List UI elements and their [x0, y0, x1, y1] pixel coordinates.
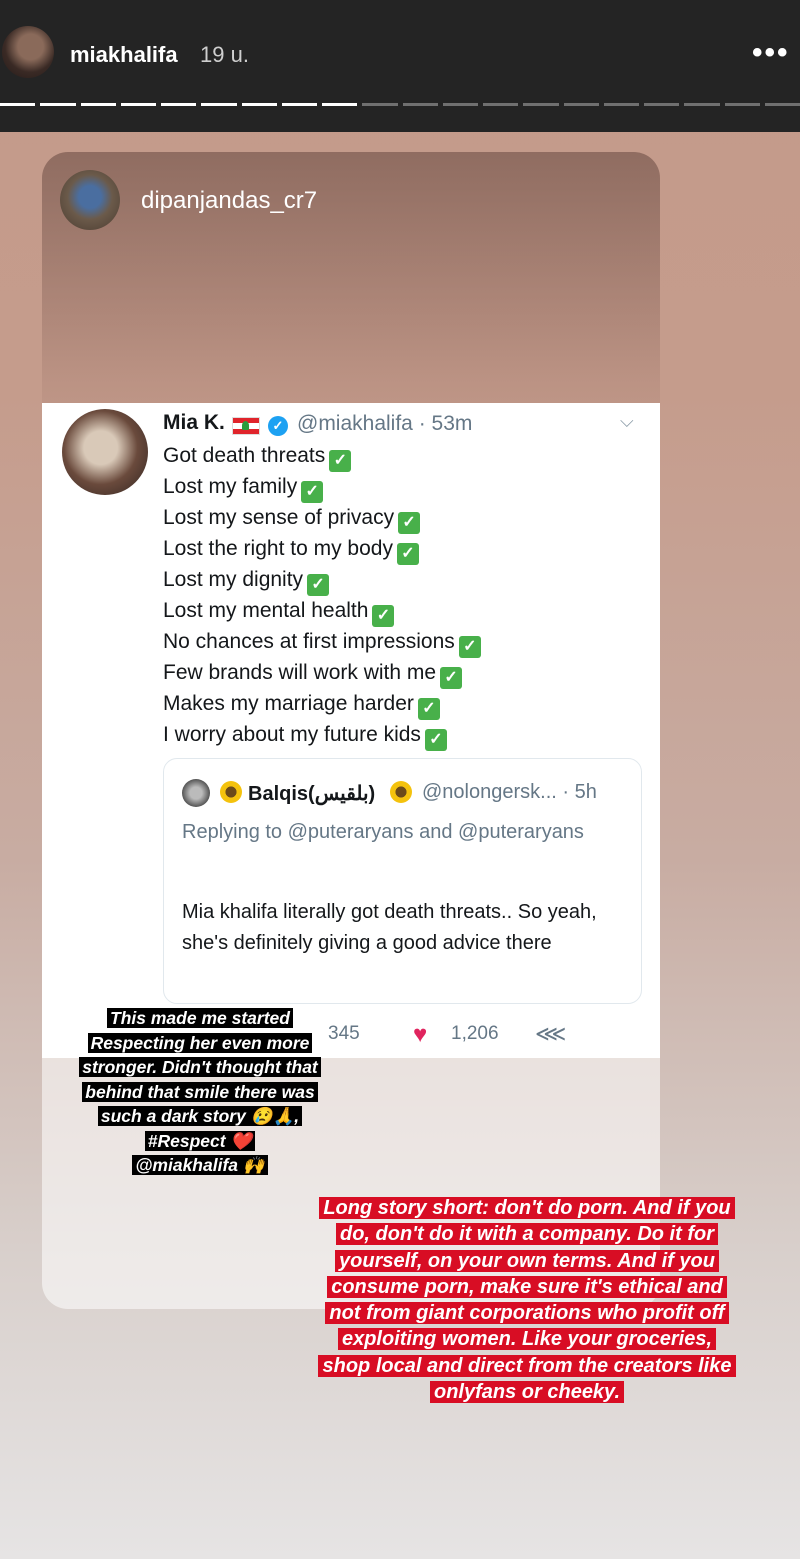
tweet-line: Lost my mental health ✓	[163, 595, 643, 627]
caption-line: do, don't do it with a company. Do it fo…	[336, 1223, 718, 1246]
check-mark-icon: ✓	[458, 636, 481, 658]
share-icon: ⋘	[535, 1021, 567, 1046]
check-mark-icon: ✓	[440, 667, 463, 689]
tweet-line: Lost my family ✓	[163, 471, 643, 503]
sticker-line: such a dark story 😢🙏,	[97, 1106, 303, 1126]
progress-segment	[161, 103, 197, 106]
tweet-handle-time: @miakhalifa · 53m	[297, 412, 473, 435]
chevron-down-icon: ⌵	[620, 411, 634, 431]
quoted-tweet: Balqis(بلقيس) @nolongersk... · 5h Replyi…	[163, 758, 642, 1004]
sticker-line: stronger. Didn't thought that	[79, 1057, 321, 1077]
tweet-line: Lost the right to my body ✓	[163, 533, 643, 565]
tweet-line: Makes my marriage harder ✓	[163, 688, 643, 720]
progress-segment	[241, 103, 277, 106]
check-mark-icon: ✓	[417, 698, 440, 720]
sunflower-icon	[220, 781, 242, 803]
progress-segment	[644, 103, 680, 106]
progress-segment	[684, 103, 720, 106]
caption-line: Long story short: don't do porn. And if …	[319, 1197, 735, 1219]
progress-segment	[603, 103, 639, 106]
sticker-line: Respecting her even more	[87, 1032, 313, 1053]
tweet-screenshot: Mia K. ✓ @miakhalifa · 53m ⌵ Got death t…	[42, 403, 660, 1058]
reposted-user-avatar[interactable]	[60, 170, 120, 230]
check-mark-icon: ✓	[396, 543, 419, 565]
progress-segment	[362, 103, 398, 106]
heart-icon: ♥	[413, 1021, 428, 1048]
caption-line: not from giant corporations who profit o…	[325, 1302, 729, 1325]
sticker-line: behind that smile there was	[82, 1081, 318, 1102]
progress-segment	[563, 103, 599, 106]
progress-segment	[402, 103, 438, 106]
progress-segment	[724, 103, 760, 106]
story-caption: Long story short: don't do porn. And if …	[268, 1195, 786, 1405]
tweet-author-name: Mia K.	[163, 411, 225, 434]
check-mark-icon: ✓	[372, 605, 395, 627]
sunflower-icon	[390, 781, 412, 803]
progress-segment	[0, 103, 36, 106]
quoted-handle-time: @nolongersk... · 5h	[422, 781, 597, 803]
caption-line: yourself, on your own terms. And if you	[335, 1249, 719, 1272]
reposted-username[interactable]: dipanjandas_cr7	[141, 187, 317, 215]
caption-line: onlyfans or cheeky.	[430, 1381, 624, 1404]
progress-segment	[483, 103, 519, 106]
check-mark-icon: ✓	[329, 450, 352, 472]
quoted-avatar	[182, 779, 210, 807]
progress-segment	[80, 103, 116, 106]
quoted-text: Mia khalifa literally got death threats.…	[182, 901, 597, 954]
profile-avatar[interactable]	[2, 26, 54, 78]
lebanon-flag-icon	[232, 417, 260, 435]
tweet-text: Got death threats ✓ Lost my family ✓ Lost …	[163, 440, 643, 751]
progress-segment	[322, 103, 358, 106]
story-progress-bar	[0, 103, 800, 107]
progress-segment	[442, 103, 478, 106]
check-mark-icon: ✓	[301, 481, 324, 503]
caption-line: shop local and direct from the creators …	[318, 1354, 736, 1377]
caption-line: consume porn, make sure it's ethical and	[327, 1275, 727, 1298]
sticker-line: #Respect ❤️	[144, 1130, 256, 1151]
sticker-text: This made me started Respecting her even…	[60, 1006, 340, 1178]
more-horizontal-icon[interactable]: •••	[752, 38, 790, 68]
tweet-avatar	[62, 409, 148, 495]
story-header: miakhalifa 19 u. •••	[0, 0, 800, 132]
progress-segment	[120, 103, 156, 106]
check-mark-icon: ✓	[398, 512, 421, 534]
quoted-author-name: Balqis(بلقيس)	[248, 783, 376, 805]
story-timestamp: 19 u.	[200, 42, 249, 67]
sticker-line: @miakhalifa 🙌	[132, 1155, 268, 1175]
tweet-line: No chances at first impressions ✓	[163, 626, 643, 658]
progress-segment	[40, 103, 76, 106]
replying-to: Replying to @puteraryans and @puteraryan…	[182, 821, 584, 843]
like-count: 1,206	[451, 1023, 499, 1044]
tweet-line: Few brands will work with me ✓	[163, 657, 643, 689]
verified-badge-icon: ✓	[268, 416, 288, 436]
caption-line: exploiting women. Like your groceries,	[337, 1328, 717, 1351]
tweet-line: Lost my sense of privacy ✓	[163, 502, 643, 534]
tweet-line: I worry about my future kids ✓	[163, 719, 643, 751]
story-username[interactable]: miakhalifa	[70, 42, 178, 68]
check-mark-icon: ✓	[424, 729, 447, 751]
tweet-line: Lost my dignity ✓	[163, 564, 643, 596]
check-mark-icon: ✓	[307, 574, 330, 596]
progress-segment	[201, 103, 237, 106]
progress-segment	[523, 103, 559, 106]
sticker-line: This made me started	[107, 1008, 293, 1028]
progress-segment	[281, 103, 317, 106]
tweet-line: Got death threats ✓	[163, 440, 643, 472]
progress-segment	[764, 103, 800, 106]
